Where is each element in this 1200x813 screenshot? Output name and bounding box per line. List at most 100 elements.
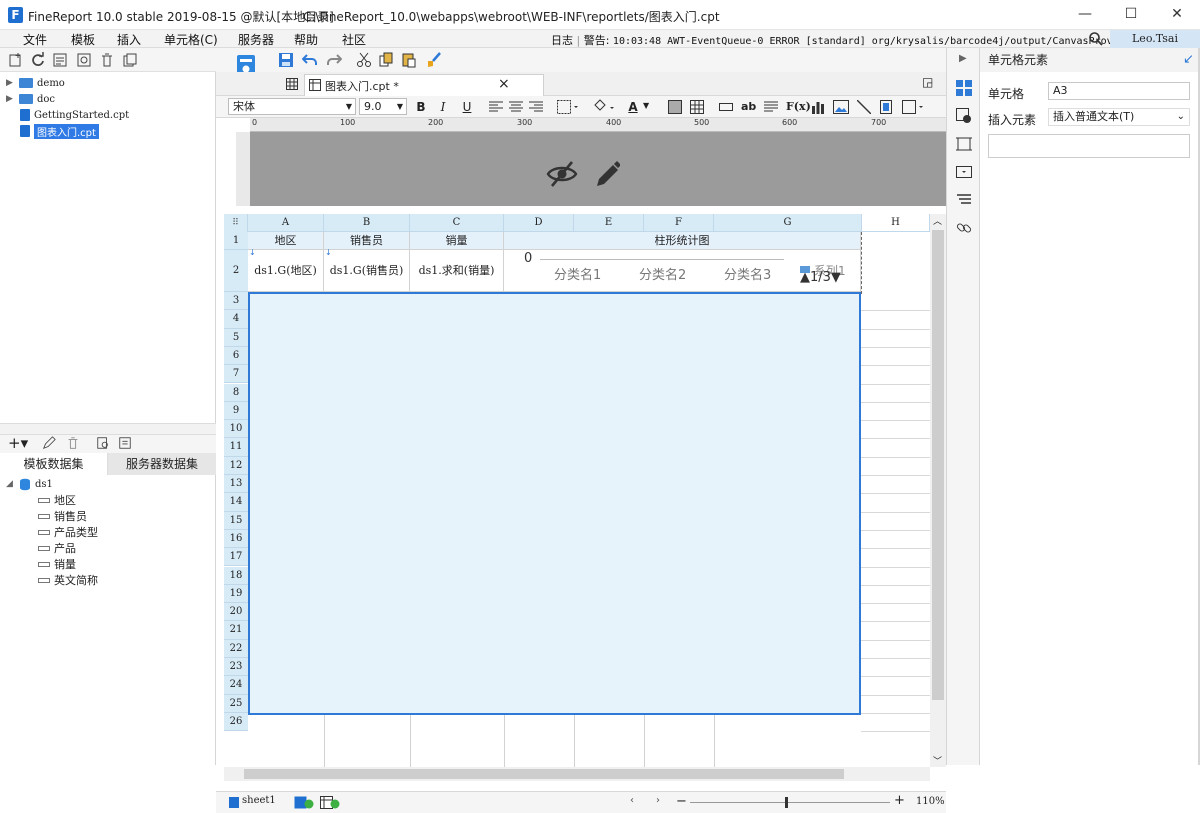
row-header[interactable]: 22 xyxy=(224,639,248,658)
content-input[interactable] xyxy=(988,134,1190,158)
zoom-slider-thumb[interactable] xyxy=(785,797,788,808)
tab-server-dataset[interactable]: 服务器数据集 xyxy=(108,453,216,475)
menu-insert[interactable]: 插入 xyxy=(117,31,141,48)
font-size-select[interactable]: 9.0 ▼ xyxy=(359,98,407,115)
column-header[interactable]: A xyxy=(248,214,324,232)
align-center-icon[interactable] xyxy=(509,101,523,113)
row-header[interactable]: 21 xyxy=(224,621,248,640)
field-item[interactable]: 地区 xyxy=(38,492,76,508)
row-header[interactable]: 9 xyxy=(224,401,248,421)
dataset-ds1[interactable]: ◢ ds1 xyxy=(6,476,53,492)
selected-cell-a3[interactable] xyxy=(248,292,861,715)
align-right-icon[interactable] xyxy=(529,101,543,113)
open-icon[interactable] xyxy=(52,52,68,68)
underline-button[interactable]: U xyxy=(459,99,475,115)
menu-server[interactable]: 服务器 xyxy=(238,31,274,48)
cell-style-icon[interactable] xyxy=(956,136,972,152)
cell-c1[interactable]: 销量 xyxy=(410,232,504,250)
cut-icon[interactable] xyxy=(356,52,372,68)
paste-icon[interactable] xyxy=(401,52,417,68)
zoom-level[interactable]: 110% xyxy=(916,796,945,807)
widget-icon[interactable] xyxy=(956,164,972,180)
row-header[interactable]: 10 xyxy=(224,420,248,439)
horizontal-scrollbar[interactable] xyxy=(224,767,930,781)
row-header[interactable]: 18 xyxy=(224,566,248,585)
menu-help[interactable]: 帮助 xyxy=(294,31,318,48)
row-header[interactable]: 3 xyxy=(224,292,248,311)
row-header[interactable]: 7 xyxy=(224,365,248,384)
spreadsheet[interactable]: ⠿ A B C D E F G H 1 2 3 4 5 6 7 8 9 10 11 12 13 14 15 1… xyxy=(224,214,930,767)
row-header[interactable]: 19 xyxy=(224,584,248,604)
zoom-in-button[interactable]: + xyxy=(894,793,905,808)
column-header[interactable]: C xyxy=(410,214,504,232)
user-name[interactable]: Leo.Tsai xyxy=(1110,30,1200,48)
row-header[interactable]: 2 xyxy=(224,250,248,292)
column-header[interactable]: H xyxy=(862,214,930,232)
font-color-icon[interactable]: A xyxy=(625,99,641,115)
legend-pager[interactable]: ▲1/3▼ xyxy=(800,270,841,285)
scroll-up-icon[interactable]: ︿ xyxy=(933,214,942,227)
undock-icon[interactable]: ↙ xyxy=(1183,52,1194,67)
cell-b1[interactable]: 销售员 xyxy=(324,232,410,250)
formula-icon[interactable]: F(x) xyxy=(786,100,811,113)
document-tab[interactable]: 图表入门.cpt * × xyxy=(304,74,544,96)
expand-arrow-icon[interactable]: ▶ xyxy=(6,94,15,104)
tab-template-dataset[interactable]: 模板数据集 xyxy=(0,453,108,475)
align-left-icon[interactable] xyxy=(489,101,503,113)
scroll-down-icon[interactable]: ﹀ xyxy=(933,754,942,767)
row-header[interactable]: 24 xyxy=(224,676,248,695)
cell-b2[interactable]: ds1.G(销售员) xyxy=(324,250,410,292)
column-header[interactable]: B xyxy=(324,214,410,232)
tab-menu-icon[interactable]: ◲ xyxy=(922,75,933,89)
hide-eye-icon[interactable] xyxy=(546,160,578,188)
maximize-icon[interactable]: ☐ xyxy=(1108,0,1154,30)
tree-item-chart-intro[interactable]: 图表入门.cpt xyxy=(20,123,99,139)
column-header[interactable]: E xyxy=(574,214,644,232)
menu-community[interactable]: 社区 xyxy=(342,31,366,48)
insert-chart-icon[interactable] xyxy=(811,100,825,114)
row-header[interactable]: 12 xyxy=(224,456,248,475)
column-header[interactable]: D xyxy=(504,214,574,232)
insert-image-icon[interactable] xyxy=(833,100,849,114)
cell-a1[interactable]: 地区 xyxy=(248,232,324,250)
merge-cell-icon[interactable] xyxy=(668,100,682,114)
panel-splitter[interactable] xyxy=(0,423,216,435)
row-header[interactable]: 20 xyxy=(224,603,248,622)
italic-button[interactable]: I xyxy=(435,99,451,115)
next-sheet-icon[interactable]: › xyxy=(656,795,660,806)
tree-item-demo[interactable]: ▶ demo xyxy=(6,75,65,91)
refresh-icon[interactable] xyxy=(30,52,46,68)
condition-attr-icon[interactable] xyxy=(956,192,972,208)
row-header[interactable]: 5 xyxy=(224,328,248,347)
add-sheet-icon[interactable] xyxy=(294,796,314,809)
chart-cell[interactable]: 0 分类名1 分类名2 分类名3 系列1 ▲1/3▼ xyxy=(504,250,861,292)
text-icon[interactable]: ab xyxy=(741,100,756,113)
border-icon[interactable] xyxy=(557,100,579,114)
zoom-out-button[interactable]: − xyxy=(676,794,687,809)
field-item[interactable]: 产品 xyxy=(38,540,76,556)
split-cell-icon[interactable] xyxy=(690,100,704,114)
add-dataset-icon[interactable]: +▾ xyxy=(8,435,28,451)
delete-icon[interactable] xyxy=(99,52,115,68)
hyperlink-icon[interactable] xyxy=(956,220,972,236)
collapse-arrow-icon[interactable]: ◢ xyxy=(6,479,15,489)
collapse-panel-icon[interactable]: ▶ xyxy=(959,53,967,64)
tree-item-gettingstarted[interactable]: GettingStarted.cpt xyxy=(20,107,129,123)
copy-icon[interactable] xyxy=(122,52,138,68)
bold-button[interactable]: B xyxy=(413,99,429,115)
wrap-icon[interactable] xyxy=(719,103,733,111)
prev-sheet-icon[interactable]: ‹ xyxy=(630,795,634,806)
cell-element-icon[interactable] xyxy=(956,80,972,96)
row-header[interactable]: 16 xyxy=(224,529,248,549)
row-header[interactable]: 14 xyxy=(224,493,248,512)
sheet-tab[interactable]: sheet1 xyxy=(242,795,276,806)
row-header[interactable]: 6 xyxy=(224,346,248,366)
row-header[interactable]: 23 xyxy=(224,658,248,677)
menu-cell[interactable]: 单元格(C) xyxy=(164,31,218,48)
new-file-icon[interactable] xyxy=(8,52,24,68)
add-form-sheet-icon[interactable] xyxy=(320,796,340,809)
row-header[interactable]: 4 xyxy=(224,310,248,329)
column-header[interactable]: G xyxy=(714,214,862,232)
field-item[interactable]: 英文简称 xyxy=(38,572,98,588)
row-header[interactable]: 11 xyxy=(224,438,248,457)
